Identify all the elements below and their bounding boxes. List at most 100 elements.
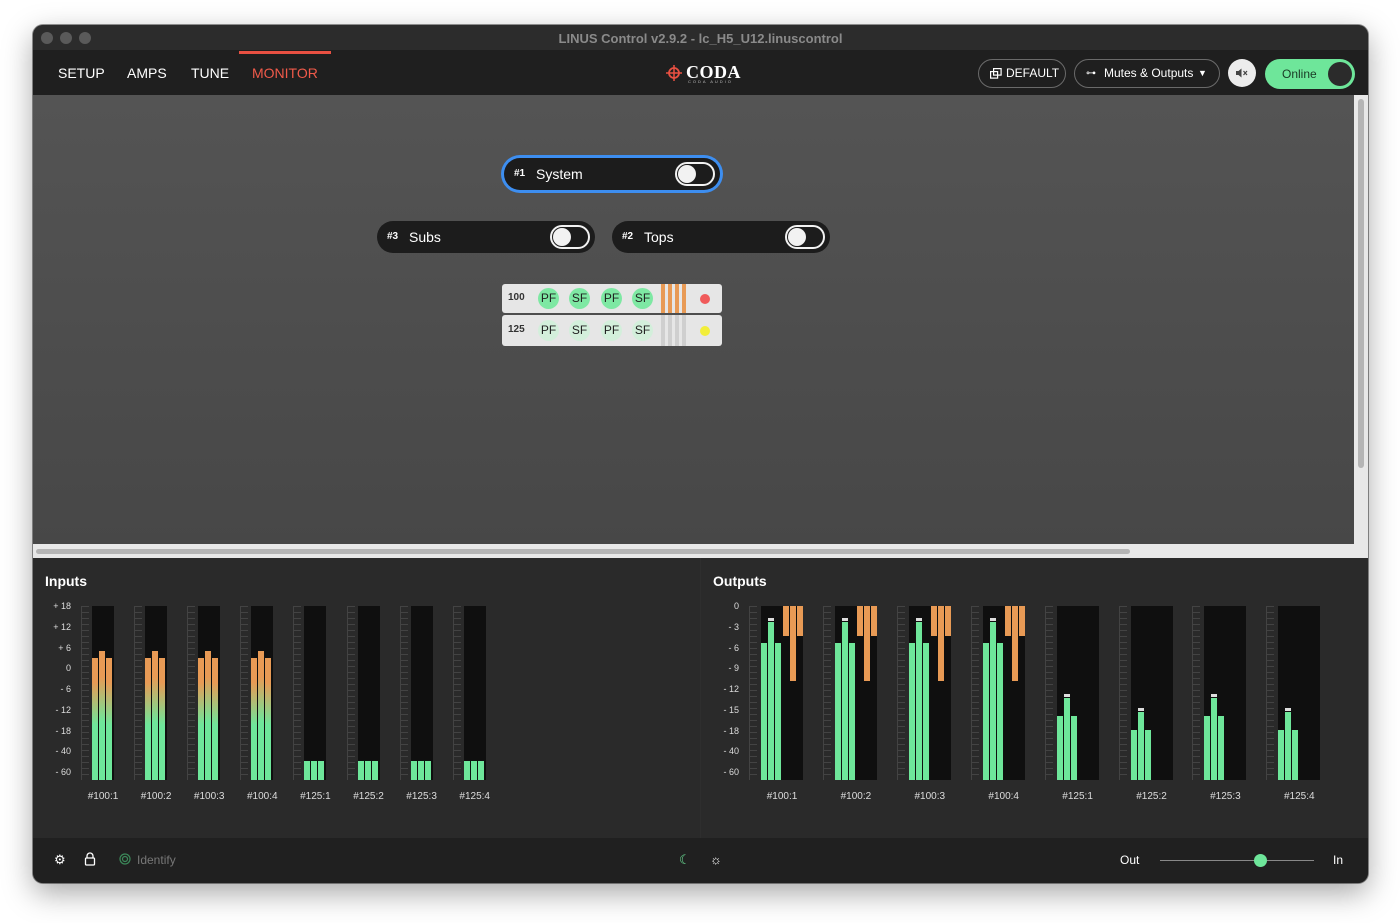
amp-channel-badge[interactable]: SF [632,320,653,341]
group-subs-toggle[interactable] [550,225,590,249]
input-meter-bar [470,760,477,780]
output-meter-bar [1130,729,1137,780]
lock-icon[interactable] [84,852,96,866]
horizontal-scroll-thumb[interactable] [36,549,1130,554]
amp-channel-badge[interactable]: SF [632,288,653,309]
blend-slider-knob[interactable] [1254,854,1268,867]
group-system-toggle[interactable] [675,162,715,186]
group-subs[interactable]: #3 Subs [377,221,595,253]
amp-channel-badge[interactable]: SF [569,288,590,309]
moon-icon[interactable]: ☾ [679,852,691,868]
mutes-outputs-dropdown[interactable]: ⊶ Mutes & Outputs ▼ [1074,59,1220,88]
group-number: #3 [387,231,399,242]
gear-icon[interactable]: ⚙ [54,852,66,868]
input-meter [410,606,433,780]
vertical-scroll-thumb[interactable] [1358,99,1364,468]
input-meter-bar [424,761,431,780]
input-scale-label: - 12 [55,704,71,715]
amp-status-led [700,326,710,336]
meter-scale-ticks [1044,606,1053,780]
output-meter-bar [1070,715,1077,780]
output-channel-label: #125:3 [1210,791,1241,802]
out-label: Out [1120,853,1140,867]
coda-crosshair-icon [666,65,682,81]
group-name: System [536,166,583,182]
speaker-mute-icon [1236,68,1248,78]
input-channel-label: #125:4 [459,791,490,802]
speaker-mute-button[interactable] [1228,59,1256,87]
tab-monitor[interactable]: MONITOR [239,51,331,95]
amp-channel-badge[interactable]: PF [601,320,622,341]
amp-id: 125 [508,324,525,335]
amp-channel-badge[interactable]: PF [601,288,622,309]
meter-scale-ticks [452,606,461,780]
output-meter-bar [841,622,848,780]
output-gain-reduction-bar [856,606,863,636]
input-meter-bar [417,760,424,780]
amp-channel-badge[interactable]: PF [538,320,559,341]
amp-id: 100 [508,292,525,303]
amp-channel-badge[interactable]: PF [538,288,559,309]
inputs-title: Inputs [45,573,87,589]
output-peak-marker [1063,694,1070,698]
output-meter-bar [1137,712,1144,780]
default-button[interactable]: DEFAULT [978,59,1066,88]
output-scale-label: - 18 [723,725,739,736]
meter-scale-ticks [81,606,89,780]
group-name: Tops [644,229,674,245]
output-gain-reduction-bar [1011,606,1018,681]
output-gain-reduction-bar [863,606,870,681]
output-meter-bar [1211,698,1218,780]
output-meter-bar [1292,729,1299,780]
tab-amps[interactable]: AMPS [127,51,167,95]
tab-tune[interactable]: TUNE [191,51,229,95]
output-peak-marker [1211,694,1218,698]
amp-row-125[interactable]: 125 PF SF PF SF [502,315,722,346]
input-scale-label: - 40 [55,746,71,757]
footer-bar: ⚙ Identify ☾ ☼ Out In [33,838,1368,883]
online-toggle[interactable]: Online [1265,59,1355,89]
sun-icon[interactable]: ☼ [710,852,722,867]
output-scale-label: - 3 [728,621,739,632]
output-meter-bar [1218,715,1225,780]
input-scale-label: + 6 [58,642,71,653]
input-meter-bar [145,658,152,780]
input-scale-label: + 18 [53,601,71,611]
group-tops-toggle[interactable] [785,225,825,249]
horizontal-scrollbar[interactable] [33,544,1354,558]
input-meter [304,606,327,780]
vertical-scrollbar[interactable] [1354,95,1368,558]
amp-channel-badge[interactable]: SF [569,320,590,341]
blend-slider[interactable] [1160,860,1314,861]
amp-row-100[interactable]: 100 PF SF PF SF [502,284,722,313]
output-meter-bar [1144,729,1151,780]
outputs-title: Outputs [713,573,767,589]
output-meter-bar [1285,712,1292,780]
group-system[interactable]: #1 System [504,158,720,190]
output-gain-reduction-bar [1018,606,1025,636]
input-meter-bar [463,761,470,780]
output-meter-bar [834,642,841,780]
output-peak-marker [915,618,922,622]
tab-setup[interactable]: SETUP [58,51,105,95]
input-channel-label: #100:2 [140,791,172,802]
output-scale-label: - 40 [723,746,739,757]
online-label: Online [1282,67,1317,81]
meter-scale-ticks [1118,606,1127,780]
in-label: In [1333,853,1344,867]
meter-scale-ticks [749,606,757,780]
meter-scale-ticks [1192,606,1201,780]
output-meter-bar [989,622,996,780]
panel-divider [700,558,701,838]
output-peak-marker [989,618,996,622]
output-gain-reduction-bar [1004,606,1011,636]
group-tops[interactable]: #2 Tops [612,221,830,253]
output-meter-bar [775,642,781,780]
input-channel-label: #100:1 [87,791,119,802]
input-meter-bar [265,658,272,780]
identify-button[interactable]: Identify [137,853,176,867]
meter-scale-ticks [970,606,979,780]
input-channel-label: #125:2 [353,791,384,802]
output-channel-label: #125:4 [1284,791,1315,802]
input-meter [463,606,486,780]
